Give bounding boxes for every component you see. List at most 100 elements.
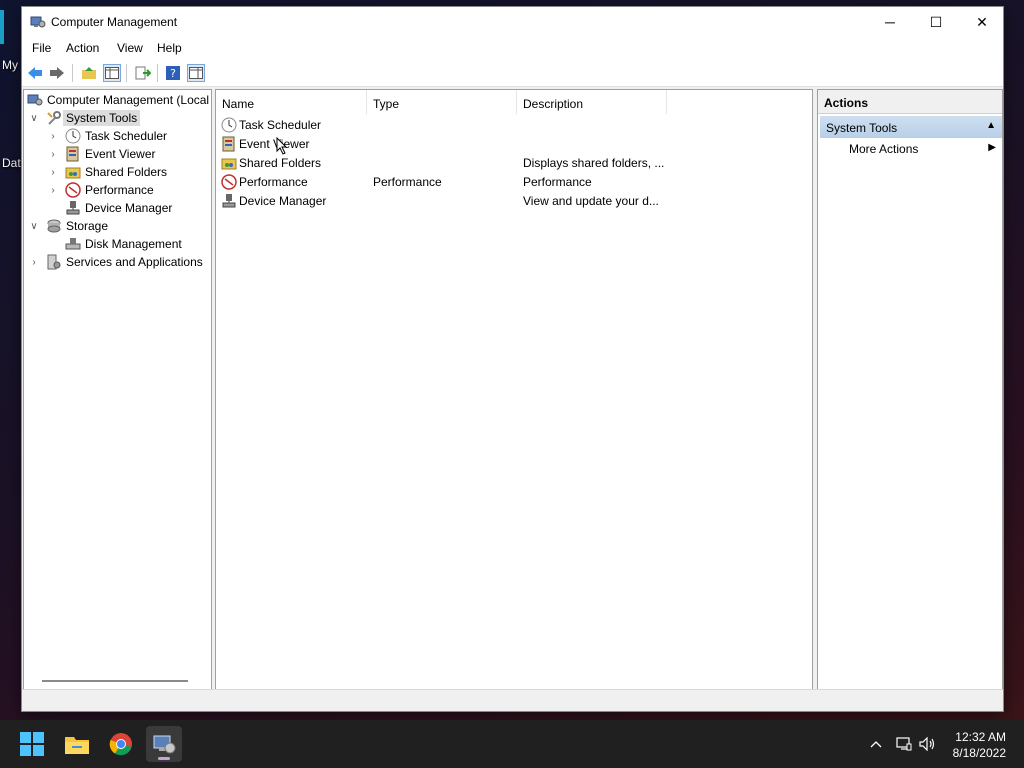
list-cell-name: Shared Folders bbox=[239, 156, 322, 170]
tree-item-computer-management[interactable]: Computer Management (Local bbox=[27, 91, 209, 109]
disk-management-icon bbox=[65, 236, 81, 252]
export-list-icon[interactable] bbox=[134, 64, 152, 82]
computer-management-window: Computer Management ─ ☐ ✕ File Action Vi… bbox=[21, 6, 1004, 712]
clock-icon bbox=[65, 128, 81, 144]
tree-item-label: System Tools bbox=[63, 110, 141, 126]
performance-icon bbox=[221, 174, 237, 190]
list-row-shared-folders[interactable]: Shared Folders Displays shared folders, … bbox=[216, 154, 812, 173]
actions-section-label: System Tools bbox=[826, 121, 898, 135]
help-icon[interactable]: ? bbox=[164, 64, 182, 82]
list-cell-name: Event Viewer bbox=[239, 137, 310, 151]
show-hide-action-pane-icon[interactable] bbox=[187, 64, 205, 82]
column-header-description[interactable]: Description bbox=[517, 90, 667, 114]
tree-item-label: Services and Applications bbox=[66, 255, 203, 269]
back-icon[interactable] bbox=[26, 64, 44, 82]
device-manager-icon bbox=[65, 200, 81, 216]
list-row-device-manager[interactable]: Device Manager View and update your d... bbox=[216, 192, 812, 211]
console-tree: Computer Management (Local ∨ System Tool… bbox=[23, 89, 212, 690]
file-explorer-button[interactable] bbox=[59, 726, 95, 762]
list-cell-description: Displays shared folders, ... bbox=[523, 156, 665, 170]
actions-header: Actions bbox=[818, 90, 1002, 114]
shared-folders-icon bbox=[65, 164, 81, 180]
collapse-chevron-icon[interactable]: ∨ bbox=[28, 221, 40, 232]
tree-item-performance[interactable]: › Performance bbox=[47, 181, 154, 199]
mouse-cursor-icon bbox=[276, 137, 288, 155]
submenu-arrow-icon: ▶ bbox=[988, 142, 996, 153]
actions-pane: Actions System Tools ▲ More Actions ▶ bbox=[817, 89, 1003, 690]
list-cell-type: Performance bbox=[373, 175, 442, 189]
show-hidden-icons-button[interactable] bbox=[866, 720, 886, 768]
window-title: Computer Management bbox=[51, 15, 178, 29]
toolbar: ? bbox=[22, 59, 1003, 87]
start-button[interactable] bbox=[14, 726, 50, 762]
event-viewer-icon bbox=[65, 146, 81, 162]
chevron-up-icon bbox=[870, 741, 882, 748]
desktop-icon-2-label: Dat bbox=[2, 156, 21, 170]
tree-item-system-tools[interactable]: ∨ System Tools bbox=[28, 109, 141, 127]
list-cell-name: Task Scheduler bbox=[239, 118, 322, 132]
tree-item-label: Performance bbox=[85, 183, 154, 197]
chrome-icon bbox=[109, 733, 132, 756]
shared-folders-icon bbox=[221, 158, 237, 170]
clock-icon bbox=[221, 117, 237, 133]
more-actions-item[interactable]: More Actions bbox=[849, 142, 918, 156]
menu-view[interactable]: View bbox=[117, 41, 143, 55]
collapse-chevron-icon[interactable]: ∨ bbox=[28, 113, 40, 124]
storage-icon bbox=[46, 218, 62, 234]
tree-item-shared-folders[interactable]: › Shared Folders bbox=[47, 163, 167, 181]
clock-time: 12:32 AM bbox=[955, 730, 1006, 744]
tree-item-label: Task Scheduler bbox=[85, 129, 168, 143]
tree-item-device-manager[interactable]: Device Manager bbox=[47, 199, 172, 217]
column-header-name[interactable]: Name bbox=[216, 90, 367, 114]
computer-management-taskbar-button[interactable] bbox=[146, 726, 182, 762]
list-row-event-viewer[interactable]: Event Viewer bbox=[216, 135, 812, 154]
windows-logo-icon bbox=[20, 732, 44, 756]
tree-item-label: Shared Folders bbox=[85, 165, 168, 179]
tree-item-disk-management[interactable]: Disk Management bbox=[47, 235, 182, 253]
minimize-button[interactable]: ─ bbox=[867, 7, 913, 37]
chrome-button[interactable] bbox=[103, 726, 139, 762]
show-hide-console-tree-icon[interactable] bbox=[103, 64, 121, 82]
desktop-icon-1[interactable] bbox=[0, 10, 4, 44]
network-icon[interactable] bbox=[894, 720, 914, 768]
list-row-performance[interactable]: Performance Performance Performance bbox=[216, 173, 812, 192]
taskbar-clock[interactable]: 12:32 AM 8/18/2022 bbox=[953, 729, 1006, 761]
services-icon bbox=[46, 254, 62, 270]
clock-date: 8/18/2022 bbox=[952, 746, 1006, 760]
tree-item-label: Event Viewer bbox=[85, 147, 156, 161]
expand-chevron-icon[interactable]: › bbox=[47, 149, 59, 160]
column-header-type[interactable]: Type bbox=[367, 90, 517, 114]
menu-file[interactable]: File bbox=[32, 41, 51, 55]
menu-action[interactable]: Action bbox=[66, 41, 99, 55]
computer-management-icon bbox=[27, 92, 43, 108]
tree-item-label: Disk Management bbox=[85, 237, 182, 251]
list-cell-name: Device Manager bbox=[239, 194, 327, 208]
tree-item-event-viewer[interactable]: › Event Viewer bbox=[47, 145, 155, 163]
close-button[interactable]: ✕ bbox=[959, 7, 1005, 37]
expand-chevron-icon[interactable]: › bbox=[28, 257, 40, 268]
menu-help[interactable]: Help bbox=[157, 41, 182, 55]
maximize-button[interactable]: ☐ bbox=[913, 7, 959, 37]
collapse-up-icon[interactable]: ▲ bbox=[986, 120, 996, 131]
tree-item-label: Storage bbox=[66, 219, 109, 233]
expand-chevron-icon[interactable]: › bbox=[47, 131, 59, 142]
device-manager-icon bbox=[222, 194, 236, 208]
volume-icon[interactable] bbox=[918, 720, 938, 768]
title-bar[interactable]: Computer Management ─ ☐ ✕ bbox=[22, 7, 1003, 37]
tree-item-label: Device Manager bbox=[85, 201, 173, 215]
forward-icon[interactable] bbox=[48, 64, 66, 82]
list-cell-name: Performance bbox=[239, 175, 308, 189]
tree-item-services-and-applications[interactable]: › Services and Applications bbox=[28, 253, 203, 271]
taskbar: 12:32 AM 8/18/2022 bbox=[0, 720, 1024, 768]
tree-item-task-scheduler[interactable]: › Task Scheduler bbox=[47, 127, 167, 145]
active-indicator bbox=[158, 757, 170, 760]
tree-horizontal-scrollbar[interactable] bbox=[42, 680, 188, 682]
actions-section-system-tools[interactable]: System Tools ▲ bbox=[820, 116, 1002, 138]
list-row-task-scheduler[interactable]: Task Scheduler bbox=[216, 116, 812, 135]
expand-chevron-icon[interactable]: › bbox=[47, 167, 59, 178]
tree-item-storage[interactable]: ∨ Storage bbox=[28, 217, 108, 235]
expand-chevron-icon[interactable]: › bbox=[47, 185, 59, 196]
up-one-level-icon[interactable] bbox=[80, 64, 98, 82]
performance-icon bbox=[65, 182, 81, 198]
status-bar bbox=[22, 689, 1003, 711]
